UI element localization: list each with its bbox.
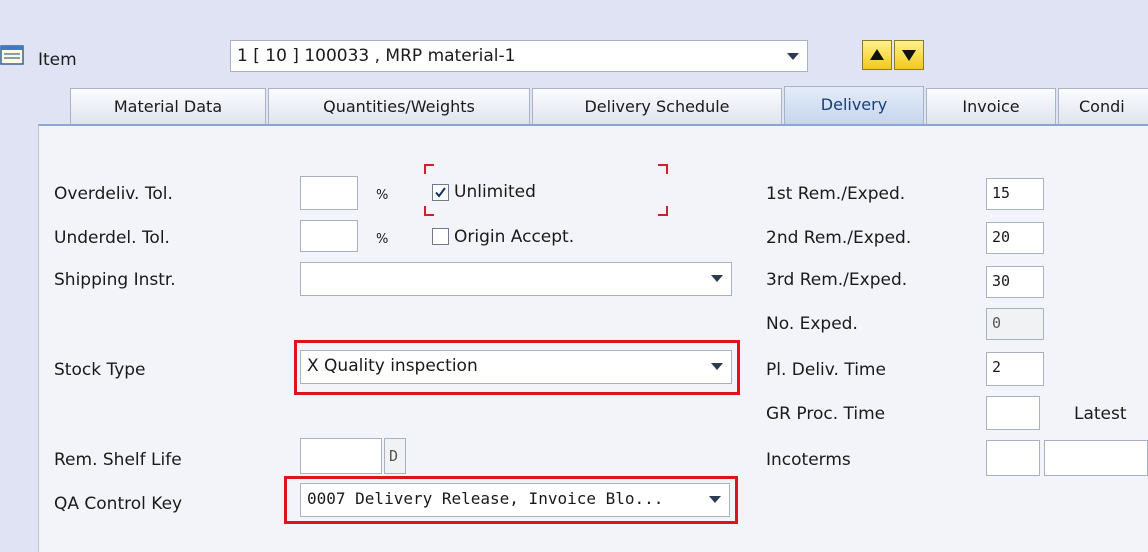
underdelivery-tolerance-label: Underdel. Tol. — [54, 228, 170, 248]
item-selector-value: 1 [ 10 ] 100033 , MRP material-1 — [237, 46, 516, 66]
qa-control-key-label: QA Control Key — [54, 494, 183, 514]
item-icon[interactable] — [0, 44, 26, 66]
tab-quantities-weights[interactable]: Quantities/Weights — [268, 88, 530, 124]
latest-label: Latest — [1074, 404, 1127, 424]
overdelivery-tolerance-field[interactable] — [300, 176, 358, 210]
focus-corner-bl — [424, 206, 434, 216]
incoterms-label: Incoterms — [766, 450, 851, 470]
origin-accept-label: Origin Accept. — [454, 227, 575, 247]
qa-control-key-highlight — [284, 476, 738, 524]
number-expediters-label: No. Exped. — [766, 314, 858, 334]
planned-delivery-time-field[interactable]: 2 — [986, 352, 1044, 386]
third-reminder-label: 3rd Rem./Exped. — [766, 270, 908, 290]
focus-corner-tl — [424, 164, 434, 174]
underdelivery-percent-unit: % — [376, 232, 389, 247]
first-reminder-label: 1st Rem./Exped. — [766, 184, 906, 204]
underdelivery-tolerance-field[interactable] — [300, 220, 358, 252]
unlimited-label: Unlimited — [454, 182, 536, 202]
planned-delivery-time-label: Pl. Deliv. Time — [766, 360, 886, 380]
item-selector[interactable]: 1 [ 10 ] 100033 , MRP material-1 — [230, 40, 808, 72]
first-reminder-field[interactable]: 15 — [986, 178, 1044, 210]
tab-material-data[interactable]: Material Data — [70, 88, 266, 124]
second-reminder-label: 2nd Rem./Exped. — [766, 228, 912, 248]
gr-processing-time-field[interactable] — [986, 396, 1040, 430]
origin-accept-checkbox[interactable] — [432, 228, 449, 245]
third-reminder-field[interactable]: 30 — [986, 266, 1044, 298]
number-expediters-field: 0 — [986, 308, 1044, 340]
shipping-instructions-dropdown[interactable] — [300, 262, 732, 296]
overdelivery-percent-unit: % — [376, 188, 389, 203]
item-label: Item — [38, 50, 77, 70]
incoterms-field[interactable] — [986, 440, 1040, 476]
gr-processing-time-label: GR Proc. Time — [766, 404, 886, 424]
next-item-button[interactable] — [894, 40, 924, 70]
tab-delivery-schedule[interactable]: Delivery Schedule — [532, 88, 782, 124]
checkmark-icon — [435, 187, 446, 198]
previous-item-button[interactable] — [862, 40, 892, 70]
tab-invoice[interactable]: Invoice — [926, 88, 1056, 124]
arrow-down-icon — [902, 50, 916, 61]
tab-conditions[interactable]: Condi — [1058, 88, 1148, 124]
overdelivery-tolerance-label: Overdeliv. Tol. — [54, 184, 173, 204]
tab-delivery[interactable]: Delivery — [784, 86, 924, 124]
chevron-down-icon[interactable] — [711, 275, 723, 282]
remaining-shelf-life-field[interactable] — [300, 438, 382, 474]
shipping-instructions-label: Shipping Instr. — [54, 270, 176, 290]
incoterms-location-field[interactable] — [1044, 440, 1148, 476]
chevron-down-icon[interactable] — [787, 53, 799, 60]
focus-corner-br — [658, 206, 668, 216]
remaining-shelf-life-label: Rem. Shelf Life — [54, 450, 182, 470]
unlimited-checkbox[interactable] — [432, 184, 449, 201]
second-reminder-field[interactable]: 20 — [986, 222, 1044, 254]
stock-type-label: Stock Type — [54, 360, 146, 380]
focus-corner-tr — [658, 164, 668, 174]
arrow-up-icon — [870, 49, 884, 60]
shelf-life-unit-field: D — [384, 438, 406, 474]
stock-type-highlight — [294, 340, 740, 395]
